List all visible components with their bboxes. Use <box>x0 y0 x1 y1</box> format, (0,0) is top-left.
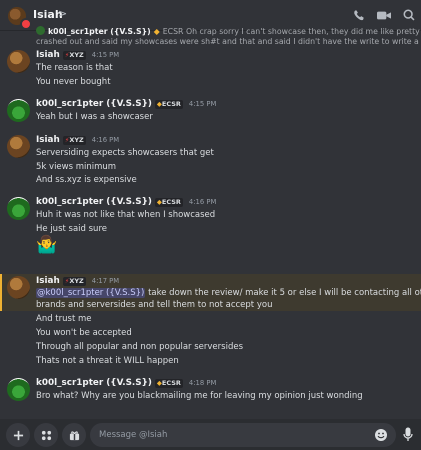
author-name[interactable]: k00l_scr1pter ({V.S.S}) <box>36 99 152 109</box>
message-header: k00l_scr1pter ({V.S.S}) ◆ECSR 4:16 PM <box>36 197 216 207</box>
author-name[interactable]: k00l_scr1pter ({V.S.S}) <box>36 197 152 207</box>
message-text: @k00l_scr1pter ({V.S.S}) take down the r… <box>36 288 421 298</box>
message-text: Huh it was not like that when I showcase… <box>36 210 216 220</box>
author-name[interactable]: Isiah <box>36 135 60 145</box>
chevron-right-icon[interactable]: > <box>58 7 67 20</box>
guild-tag[interactable]: ◆ECSR <box>154 197 183 207</box>
guild-tag[interactable]: ⚡XYZ <box>62 135 86 145</box>
tag-label: XYZ <box>69 50 84 59</box>
guild-tag[interactable]: ⚡XYZ <box>62 276 86 286</box>
message-text: You won't be accepted <box>36 328 132 338</box>
message-text: He just said sure <box>36 224 107 234</box>
tag-label: XYZ <box>69 135 84 144</box>
add-attachment-button[interactable] <box>6 423 30 447</box>
avatar[interactable] <box>7 197 30 220</box>
message-text: The reason is that <box>36 63 113 73</box>
message-input[interactable] <box>90 423 396 447</box>
search-icon[interactable] <box>399 5 419 25</box>
timestamp: 4:17 PM <box>91 277 120 285</box>
tag-label: ECSR <box>161 378 181 387</box>
message-text: Serversiding expects showcasers that get <box>36 148 214 158</box>
author-name[interactable]: k00l_scr1pter ({V.S.S}) <box>36 378 152 388</box>
author-name[interactable]: Isiah <box>36 50 60 60</box>
timestamp: 4:15 PM <box>188 100 217 108</box>
guild-tag[interactable]: ◆ECSR <box>154 378 183 388</box>
timestamp: 4:18 PM <box>188 379 217 387</box>
user-mention[interactable]: @k00l_scr1pter ({V.S.S}) <box>36 288 146 298</box>
avatar[interactable] <box>7 135 30 158</box>
timestamp: 4:15 PM <box>91 51 120 59</box>
avatar[interactable] <box>7 276 30 299</box>
microphone-icon[interactable] <box>403 427 413 445</box>
reply-text-line-1: Oh crap sorry I can't showcase then, the… <box>185 27 421 36</box>
avatar[interactable] <box>7 378 30 401</box>
message-text: And trust me <box>36 314 92 324</box>
message-composer <box>0 419 421 450</box>
video-call-icon[interactable] <box>374 5 394 25</box>
message-header: Isiah ⚡XYZ 4:16 PM <box>36 135 119 145</box>
tag-label: ECSR <box>161 197 181 206</box>
reply-tag: ECSR <box>162 27 184 36</box>
tag-label: XYZ <box>69 276 84 285</box>
ecsr-badge-icon: ◆ <box>153 27 160 36</box>
reply-user-name: k00l_scr1pter ({V.S.S}) <box>48 27 151 36</box>
emoji-picker-icon[interactable] <box>374 428 388 445</box>
message-text: Thats not a threat it WILL happen <box>36 356 179 366</box>
message-text: Bro what? Why are you blackmailing me fo… <box>36 391 363 401</box>
guild-tag[interactable]: ◆ECSR <box>154 99 183 109</box>
message-header: Isiah ⚡XYZ 4:15 PM <box>36 50 119 60</box>
guild-tag[interactable]: ⚡XYZ <box>62 50 86 60</box>
message-text-rest: take down the review/ make it 5 or else … <box>145 288 421 298</box>
message-text: Through all popular and non popular serv… <box>36 342 244 352</box>
tag-label: ECSR <box>161 99 181 108</box>
message-text: And ss.xyz is expensive <box>36 175 137 185</box>
timestamp: 4:16 PM <box>91 136 120 144</box>
apps-button[interactable] <box>34 423 58 447</box>
shrug-emoji[interactable]: 🤷‍♂️ <box>36 236 57 255</box>
reply-header: k00l_scr1pter ({V.S.S}) ◆ ECSR Oh crap sor… <box>36 26 421 36</box>
timestamp: 4:16 PM <box>188 198 217 206</box>
reply-text-line-2: crashed out and said my showcases were s… <box>36 37 421 46</box>
message-header: Isiah ⚡XYZ 4:17 PM <box>36 276 119 286</box>
message-text: 5k views minimum <box>36 162 117 172</box>
message-header: k00l_scr1pter ({V.S.S}) ◆ECSR 4:18 PM <box>36 378 216 388</box>
message-text: Yeah but I was a showcaser <box>36 112 153 122</box>
status-indicator <box>20 18 32 30</box>
reply-avatar <box>36 26 45 35</box>
avatar[interactable] <box>7 50 30 73</box>
author-name[interactable]: Isiah <box>36 276 60 286</box>
avatar[interactable] <box>7 99 30 122</box>
reply-preview[interactable]: k00l_scr1pter ({V.S.S}) ◆ ECSR Oh crap sor… <box>36 26 421 48</box>
message-text: You never bought <box>36 77 111 87</box>
gift-icon[interactable] <box>62 423 86 447</box>
message-header: k00l_scr1pter ({V.S.S}) ◆ECSR 4:15 PM <box>36 99 216 109</box>
message-text: brands and serversides and tell them to … <box>36 300 273 310</box>
call-icon[interactable] <box>349 5 369 25</box>
